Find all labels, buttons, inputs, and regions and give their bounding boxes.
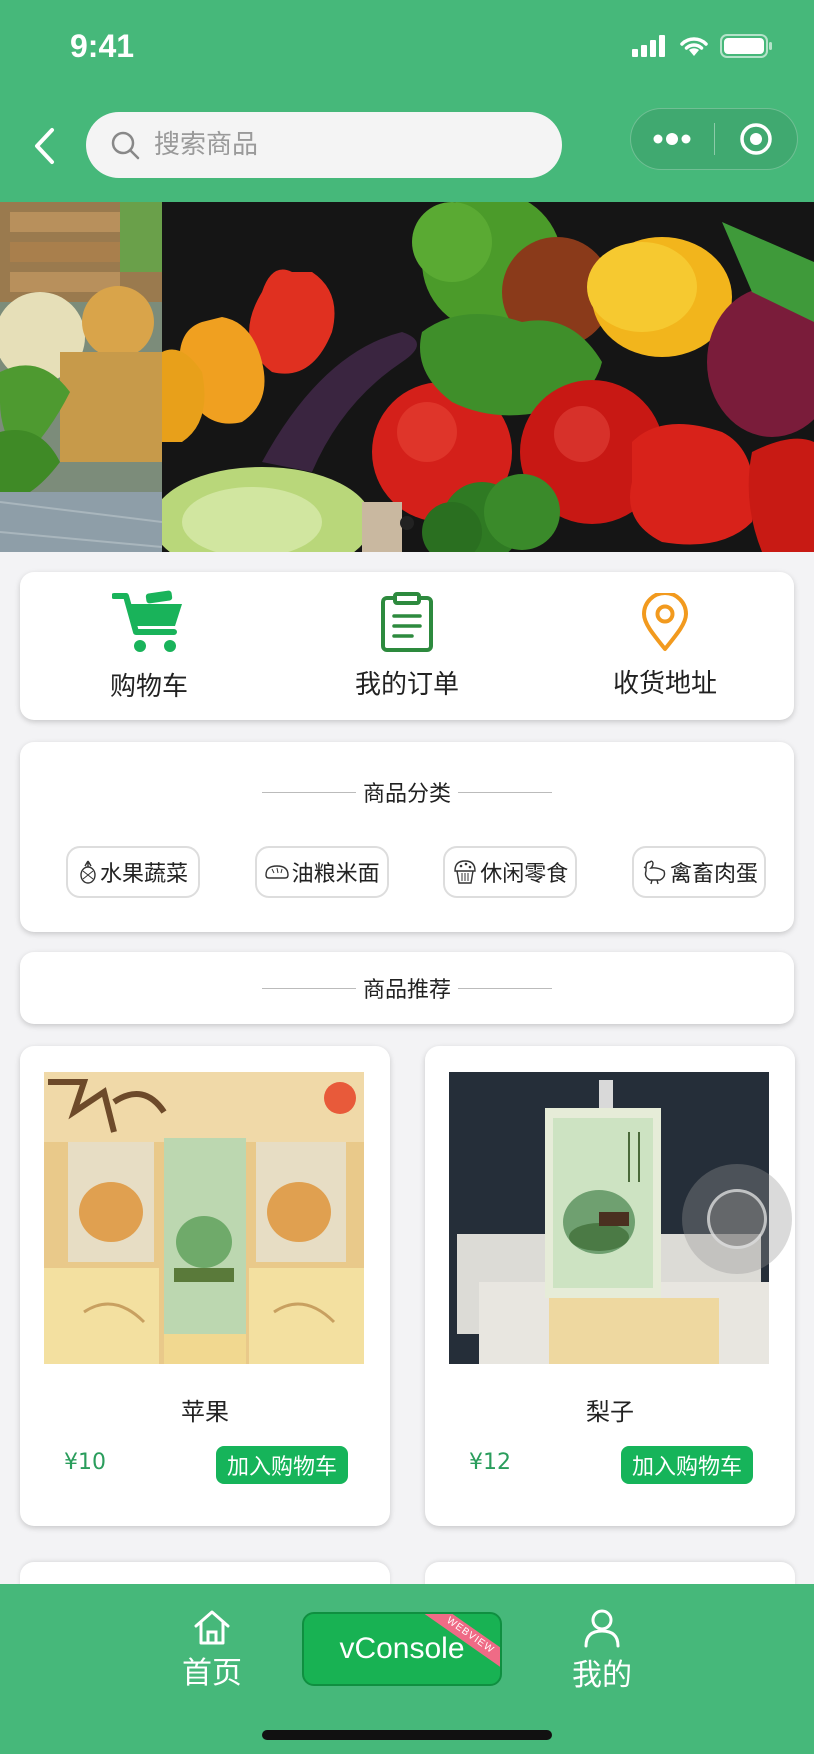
bottom-tab-bar: 首页 vConsole WEBVIEW 我的: [0, 1584, 814, 1754]
nav-row: [0, 108, 814, 184]
category-meat-egg[interactable]: 禽畜肉蛋: [631, 846, 766, 898]
add-to-cart-button[interactable]: 加入购物车: [216, 1446, 348, 1484]
tab-mine[interactable]: 我的: [532, 1608, 672, 1698]
quick-link-orders[interactable]: 我的订单: [278, 572, 536, 720]
wifi-icon: [680, 37, 708, 56]
vconsole-button[interactable]: vConsole WEBVIEW: [302, 1612, 502, 1686]
category-label: 禽畜肉蛋: [669, 862, 758, 887]
category-label: 水果蔬菜: [99, 862, 188, 887]
mini-program-capsule: [630, 108, 798, 170]
fresh-vegetables-image: [152, 202, 814, 552]
product-image[interactable]: [44, 1072, 364, 1364]
banner-carousel[interactable]: [0, 202, 814, 552]
category-card: 商品分类 水果蔬菜 油粮米面 休闲零食 禽畜肉蛋: [20, 742, 794, 932]
banner-slide-current: [152, 202, 814, 552]
status-bar: 9:41: [0, 0, 814, 100]
add-to-cart-button[interactable]: 加入购物车: [621, 1446, 753, 1484]
category-label: 休闲零食: [480, 862, 569, 887]
order-clipboard-icon: [381, 591, 433, 652]
quick-link-label: 收货地址: [612, 668, 717, 699]
recommend-card: 商品推荐: [20, 952, 794, 1024]
floating-button-inner: [707, 1189, 767, 1249]
floating-assistive-button[interactable]: [682, 1164, 792, 1274]
top-header: 9:41: [0, 0, 814, 202]
category-title-text: 商品分类: [362, 782, 451, 807]
category-snacks[interactable]: 休闲零食: [443, 846, 578, 898]
signal-icon: [632, 35, 665, 57]
title-line-right: [458, 791, 552, 793]
target-circle-icon: [740, 123, 772, 155]
tab-label: 我的: [572, 1658, 632, 1693]
quick-link-cart[interactable]: 购物车: [20, 572, 278, 720]
chevron-left-icon: [35, 128, 54, 164]
user-icon: [584, 1609, 620, 1648]
quick-link-label: 我的订单: [354, 669, 459, 700]
category-list: 水果蔬菜 油粮米面 休闲零食 禽畜肉蛋: [66, 846, 766, 898]
quick-links-card: 购物车 我的订单 收货地址: [20, 572, 794, 720]
quick-link-label: 购物车: [109, 671, 188, 702]
more-menu-button[interactable]: [631, 108, 714, 170]
back-button[interactable]: [24, 118, 64, 174]
chicken-icon: [643, 860, 666, 885]
home-indicator: [262, 1730, 552, 1740]
banner-slide-previous: [0, 202, 163, 552]
quick-link-address[interactable]: 收货地址: [536, 572, 794, 720]
location-pin-icon: [642, 592, 688, 651]
category-label: 油粮米面: [291, 862, 380, 887]
product-name: 苹果: [181, 1398, 229, 1426]
more-dots-icon: [653, 133, 691, 145]
title-line-left: [261, 791, 356, 793]
tab-label: 首页: [182, 1656, 242, 1691]
vegetable-basket-image: [0, 202, 163, 552]
battery-icon: [720, 34, 772, 58]
carousel-indicator-dot[interactable]: [400, 516, 414, 530]
close-mini-program-button[interactable]: [715, 108, 798, 170]
title-line-right: [458, 987, 552, 989]
category-section-title: 商品分类: [20, 776, 794, 808]
muffin-icon: [454, 860, 476, 884]
product-card[interactable]: 苹果 ¥10 加入购物车: [20, 1046, 390, 1526]
search-box[interactable]: [86, 112, 562, 178]
title-line-left: [261, 987, 356, 989]
vconsole-label: vConsole: [339, 1632, 465, 1665]
pineapple-icon: [80, 860, 96, 884]
search-icon: [111, 131, 140, 160]
product-price: ¥10: [64, 1450, 106, 1475]
rice-package-image: [44, 1072, 364, 1364]
product-price: ¥12: [469, 1450, 511, 1475]
tab-home[interactable]: 首页: [142, 1608, 282, 1698]
status-time: 9:41: [70, 28, 135, 64]
status-icons: [632, 34, 774, 58]
product-card[interactable]: 梨子 ¥12 加入购物车: [425, 1046, 795, 1526]
search-input[interactable]: [154, 130, 514, 160]
cart-icon: [112, 590, 182, 652]
bread-icon: [264, 865, 289, 879]
recommend-section-title: 商品推荐: [20, 972, 794, 1004]
product-name: 梨子: [586, 1398, 634, 1426]
category-grain-oil[interactable]: 油粮米面: [254, 846, 389, 898]
home-icon: [194, 1610, 230, 1645]
category-fruit-vegetable[interactable]: 水果蔬菜: [66, 846, 200, 898]
recommend-title-text: 商品推荐: [362, 978, 451, 1003]
